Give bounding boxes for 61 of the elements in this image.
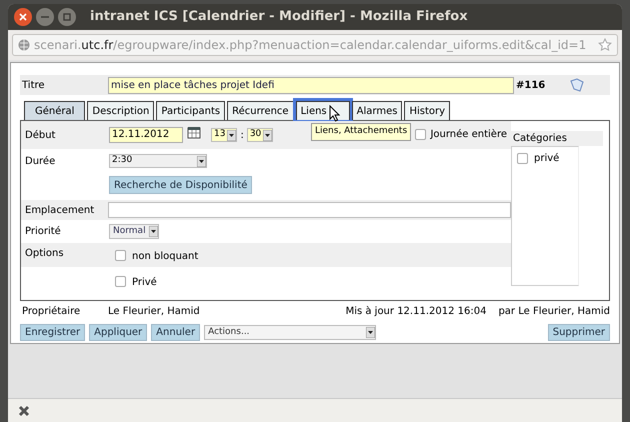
availability-button[interactable]: Recherche de Disponibilité [109, 176, 252, 194]
close-icon [19, 13, 27, 21]
field-label: Titre [21, 78, 46, 92]
tab[interactable]: Récurrence [227, 101, 294, 120]
tab[interactable]: Liens [296, 101, 350, 120]
minute-select[interactable]: 30 [246, 128, 274, 142]
hour-select[interactable]: 13 [211, 128, 238, 142]
dropdown-arrow-icon [263, 130, 272, 140]
field-label: Priorité [24, 225, 62, 239]
form-button[interactable]: Enregistrer [20, 324, 86, 341]
close-icon[interactable] [18, 404, 30, 416]
checkbox[interactable] [415, 129, 426, 140]
time-separator: : [240, 128, 244, 142]
field-label: Durée [24, 154, 56, 168]
window-title: intranet ICS [Calendrier - Modifier] - Mozilla Firefox [90, 8, 468, 26]
categories-list[interactable]: privé [511, 146, 579, 286]
duration-select[interactable]: 2:30 [109, 154, 207, 168]
checkbox[interactable] [517, 153, 528, 164]
tab[interactable]: Participants [156, 101, 226, 120]
dropdown-arrow-icon [197, 156, 206, 166]
url-text: scenari.utc.fr/egroupware/index.php?menuaction=calendar.calendar_uiforms.edit&cal_id=1 [34, 37, 588, 54]
tab[interactable]: Description [87, 101, 154, 120]
checkbox-label: Privé [132, 276, 157, 290]
form-button[interactable]: Appliquer [89, 324, 148, 341]
tooltip: Liens, Attachements [311, 123, 412, 140]
dropdown-arrow-icon [148, 226, 158, 237]
maximize-button[interactable] [58, 8, 76, 26]
star-icon[interactable] [598, 38, 612, 52]
event-id: #116 [516, 78, 546, 92]
updated-date: Mis à jour 12.11.2012 16:04 [346, 304, 486, 318]
title-input[interactable]: mise en place tâches projet Idefi [108, 76, 514, 94]
delete-button[interactable]: Supprimer [548, 324, 610, 341]
calendar-icon[interactable] [187, 125, 201, 139]
location-input[interactable] [108, 202, 511, 218]
actions-select[interactable]: Actions... [204, 325, 376, 340]
field-label: Début [24, 128, 56, 142]
mouse-cursor-icon [329, 105, 340, 122]
url-field[interactable]: scenari.utc.fr/egroupware/index.php?menuaction=calendar.calendar_uiforms.edit&cal_id=1 [12, 34, 618, 56]
minimize-icon [41, 16, 49, 18]
tab[interactable]: Général [24, 101, 86, 120]
categories-label: Catégories [511, 131, 603, 146]
checkbox[interactable] [115, 276, 126, 286]
owner-name: Le Fleurier, Hamid [108, 304, 200, 318]
field-label: Emplacement [24, 204, 96, 218]
tab[interactable]: Alarmes [352, 101, 402, 120]
priority-select[interactable]: Normal [109, 224, 159, 239]
owner-label: Propriétaire [21, 304, 82, 318]
form-button[interactable]: Annuler [151, 324, 200, 341]
globe-icon [18, 39, 30, 51]
checkbox[interactable] [115, 250, 126, 260]
dropdown-arrow-icon [366, 327, 376, 338]
tab[interactable]: History [404, 101, 450, 120]
checkbox-label: privé [534, 152, 560, 166]
checkbox-label: Journée entière [430, 128, 507, 142]
field-label: Options [24, 247, 65, 261]
updated-by: par Le Fleurier, Hamid [498, 304, 610, 318]
maximize-icon [63, 13, 71, 21]
date-input[interactable]: 12.11.2012 [109, 127, 183, 143]
checkbox-label: non bloquant [132, 250, 198, 264]
dropdown-arrow-icon [227, 130, 236, 140]
close-button[interactable] [14, 8, 32, 26]
